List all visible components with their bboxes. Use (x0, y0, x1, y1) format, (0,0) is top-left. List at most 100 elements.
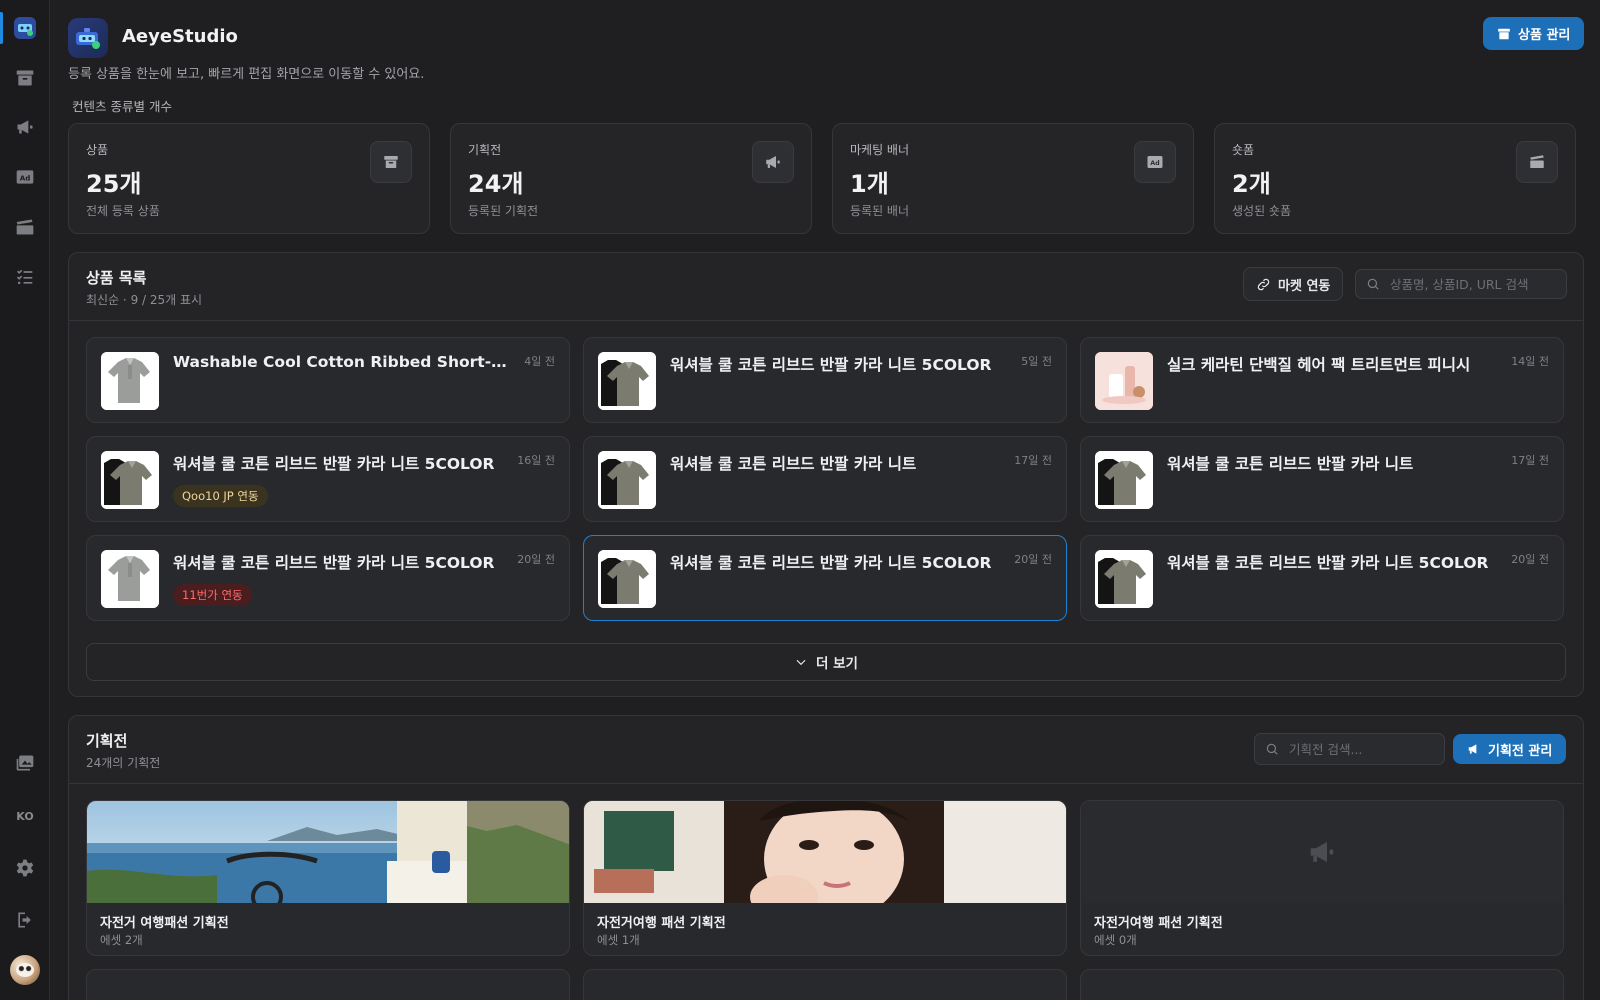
sidebar-item-products[interactable] (9, 62, 41, 94)
exhibition-card[interactable]: 자전거여행 패션 기획전 에셋 0개 (1080, 800, 1564, 956)
stat-card-products[interactable]: 상품 25개 전체 등록 상품 (68, 123, 430, 234)
stat-icon-box (370, 141, 412, 183)
product-name: 워셔블 쿨 코튼 리브드 반팔 카라 니트 5COLOR (670, 356, 992, 374)
exhibition-card-partial[interactable] (583, 969, 1067, 1000)
stats-section-label: 컨텐츠 종류별 개수 (72, 99, 172, 114)
sidebar-item-settings[interactable] (9, 852, 41, 884)
sea-bike-image (87, 801, 569, 903)
stat-card-exhibitions[interactable]: 기획전 24개 등록된 기획전 (450, 123, 812, 234)
product-thumbnail (101, 352, 159, 410)
megaphone-icon (766, 156, 780, 168)
stat-desc: 생성된 숏폼 (1232, 204, 1292, 218)
manage-exhibitions-label: 기획전 관리 (1488, 743, 1553, 759)
product-card[interactable]: 워셔블 쿨 코튼 리브드 반팔 카라 니트 5COLOR 16일 전 Qoo10… (86, 436, 570, 522)
svg-text:Ad: Ad (20, 173, 31, 182)
megaphone-icon (17, 120, 33, 134)
stat-value: 24개 (468, 170, 524, 198)
exhibition-asset-count: 에셋 0개 (1094, 933, 1137, 947)
stat-card-banners[interactable]: 마케팅 배너 1개 등록된 배너 Ad (832, 123, 1194, 234)
manage-products-button[interactable]: 상품 관리 (1483, 17, 1585, 50)
sidebar: Ad KO (0, 0, 50, 1000)
stat-label: 기획전 (468, 143, 502, 157)
stat-label: 상품 (86, 143, 109, 157)
market-link-button[interactable]: 마켓 연동 (1243, 267, 1344, 301)
product-list-panel: 상품 목록 최신순 · 9 / 25개 표시 마켓 연동 Washable Co… (68, 252, 1584, 697)
ad-icon: Ad (16, 170, 34, 184)
market-tag-qoo10: Qoo10 JP 연동 (173, 485, 268, 507)
product-thumbnail (101, 550, 159, 608)
product-time: 20일 전 (517, 553, 555, 566)
exhibition-search-input[interactable] (1289, 741, 1434, 757)
sidebar-item-promotions[interactable] (9, 111, 41, 143)
stat-card-shorts[interactable]: 숏폼 2개 생성된 숏폼 (1214, 123, 1576, 234)
clapperboard-icon (1530, 155, 1544, 168)
product-name: 워셔블 쿨 코튼 리브드 반팔 카라 니트 (670, 455, 917, 473)
market-tag-11st: 11번가 연동 (173, 584, 252, 606)
shirt-image (1095, 550, 1153, 608)
archive-box-icon (1498, 28, 1510, 39)
stat-desc: 등록된 기획전 (468, 204, 539, 218)
product-thumbnail (598, 550, 656, 608)
gear-icon (16, 859, 34, 877)
sidebar-item-banners[interactable]: Ad (9, 161, 41, 193)
exhibition-banner-image (87, 801, 569, 903)
product-time: 20일 전 (1014, 553, 1052, 566)
logo-icon (14, 17, 36, 39)
language-selector[interactable]: KO (0, 810, 50, 823)
exhibition-name: 자전거여행 패션 기획전 (597, 916, 726, 931)
manage-products-label: 상품 관리 (1518, 28, 1571, 43)
app-subtitle: 등록 상품을 한눈에 보고, 빠르게 편집 화면으로 이동할 수 있어요. (68, 67, 425, 82)
load-more-button[interactable]: 더 보기 (86, 643, 1566, 681)
product-search (1355, 269, 1567, 299)
product-card[interactable]: 워셔블 쿨 코튼 리브드 반팔 카라 니트 5COLOR 5일 전 (583, 337, 1067, 423)
product-list-header: 상품 목록 최신순 · 9 / 25개 표시 마켓 연동 (69, 253, 1583, 321)
ad-icon: Ad (1147, 156, 1163, 168)
product-thumbnail (598, 451, 656, 509)
product-card[interactable]: 워셔블 쿨 코튼 리브드 반팔 카라 니트 17일 전 (583, 436, 1067, 522)
exhibition-title: 기획전 (86, 732, 128, 750)
exhibition-card-partial[interactable] (86, 969, 570, 1000)
shirt-image (598, 550, 656, 608)
logout-icon (18, 912, 31, 928)
app-logo (68, 18, 108, 58)
avatar[interactable] (10, 955, 40, 985)
exhibition-card[interactable]: 자전거 여행패션 기획전 에셋 2개 (86, 800, 570, 956)
product-list-subtitle: 최신순 · 9 / 25개 표시 (86, 293, 203, 307)
stat-label: 마케팅 배너 (850, 143, 910, 157)
load-more-label: 더 보기 (816, 656, 858, 672)
product-time: 20일 전 (1511, 553, 1549, 566)
stat-desc: 등록된 배너 (850, 204, 910, 218)
checklist-icon (16, 269, 33, 285)
product-name: 워셔블 쿨 코튼 리브드 반팔 카라 니트 5COLOR (173, 455, 495, 473)
product-thumbnail (101, 451, 159, 509)
product-card[interactable]: 워셔블 쿨 코튼 리브드 반팔 카라 니트 5COLOR 20일 전 (1080, 535, 1564, 621)
product-thumbnail (598, 352, 656, 410)
hair-pack-image (1095, 352, 1153, 410)
exhibition-subtitle: 24개의 기획전 (86, 756, 161, 770)
exhibition-header: 기획전 24개의 기획전 기획전 관리 (69, 716, 1583, 784)
exhibition-card[interactable]: 자전거여행 패션 기획전 에셋 1개 (583, 800, 1067, 956)
product-search-input[interactable] (1390, 276, 1556, 292)
clapperboard-icon (16, 219, 34, 235)
product-thumbnail (1095, 550, 1153, 608)
product-card[interactable]: 실크 케라틴 단백질 헤어 팩 트리트먼트 피니시 14일 전 (1080, 337, 1564, 423)
sidebar-item-shorts[interactable] (9, 211, 41, 243)
sidebar-item-logout[interactable] (9, 904, 41, 936)
product-name: 워셔블 쿨 코튼 리브드 반팔 카라 니트 5COLOR (1167, 554, 1489, 572)
manage-exhibitions-button[interactable]: 기획전 관리 (1453, 734, 1567, 764)
search-icon (1266, 743, 1278, 755)
product-time: 17일 전 (1511, 454, 1549, 467)
product-card[interactable]: 워셔블 쿨 코튼 리브드 반팔 카라 니트 17일 전 (1080, 436, 1564, 522)
product-time: 5일 전 (1021, 355, 1052, 368)
exhibition-card-partial[interactable] (1080, 969, 1564, 1000)
sidebar-item-tasks[interactable] (9, 261, 41, 293)
sidebar-item-gallery[interactable] (9, 747, 41, 779)
product-card-selected[interactable]: 워셔블 쿨 코튼 리브드 반팔 카라 니트 5COLOR 20일 전 (583, 535, 1067, 621)
product-time: 17일 전 (1014, 454, 1052, 467)
exhibition-asset-count: 에셋 2개 (100, 933, 143, 947)
product-card[interactable]: 워셔블 쿨 코튼 리브드 반팔 카라 니트 5COLOR 20일 전 11번가 … (86, 535, 570, 621)
product-name: 실크 케라틴 단백질 헤어 팩 트리트먼트 피니시 (1167, 356, 1471, 374)
sidebar-item-home[interactable] (9, 12, 41, 44)
svg-text:Ad: Ad (1150, 159, 1160, 167)
product-card[interactable]: Washable Cool Cotton Ribbed Short-Sleeve… (86, 337, 570, 423)
